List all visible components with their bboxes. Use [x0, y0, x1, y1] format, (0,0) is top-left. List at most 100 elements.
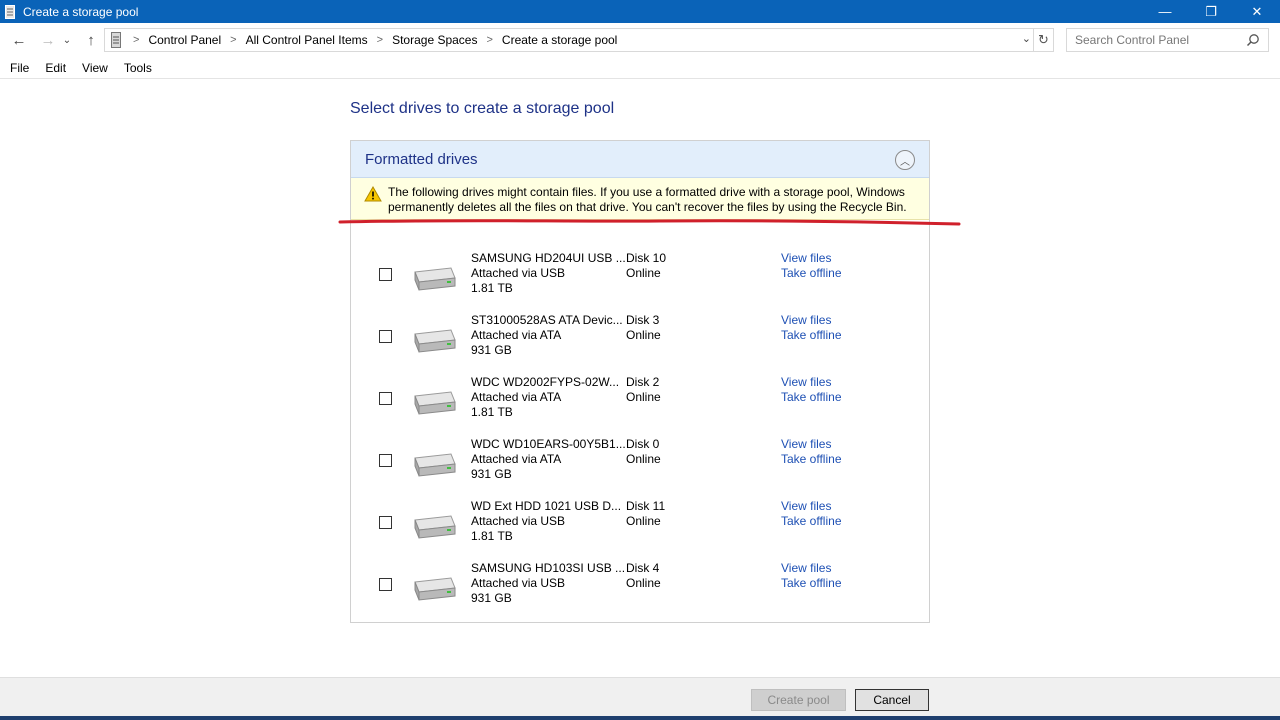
menu-file[interactable]: File: [10, 61, 29, 75]
take-offline-link[interactable]: Take offline: [781, 514, 842, 529]
page-title: Select drives to create a storage pool: [350, 100, 615, 117]
search-placeholder: Search Control Panel: [1075, 33, 1190, 47]
collapse-chevron-up-icon[interactable]: ︿: [895, 150, 915, 170]
drive-actions: View files Take offline: [781, 375, 842, 405]
drive-actions: View files Take offline: [781, 561, 842, 591]
drive-name: WDC WD10EARS-00Y5B1...: [471, 437, 626, 451]
navigation-bar: ← → ⌄ ↑ > Control Panel > All Control Pa…: [0, 23, 1280, 57]
storage-spaces-icon: [5, 4, 15, 19]
panel-header[interactable]: Formatted drives ︿: [351, 141, 929, 178]
view-files-link[interactable]: View files: [781, 375, 842, 390]
menu-view[interactable]: View: [82, 61, 108, 75]
search-icon[interactable]: [1246, 33, 1260, 50]
drive-disk-number: Disk 0: [626, 437, 660, 451]
take-offline-link[interactable]: Take offline: [781, 576, 842, 591]
drive-name: SAMSUNG HD204UI USB ...: [471, 251, 626, 265]
drive-actions: View files Take offline: [781, 313, 842, 343]
recent-locations-chevron-icon[interactable]: ⌄: [60, 28, 74, 52]
menu-edit[interactable]: Edit: [45, 61, 66, 75]
window-title: Create a storage pool: [23, 4, 139, 19]
close-button[interactable]: ✕: [1234, 0, 1280, 23]
drive-checkbox[interactable]: [379, 578, 392, 591]
cancel-button[interactable]: Cancel: [855, 689, 929, 711]
hard-drive-icon: [411, 450, 457, 481]
drive-checkbox[interactable]: [379, 454, 392, 467]
take-offline-link[interactable]: Take offline: [781, 452, 842, 467]
drive-status: Online: [626, 328, 661, 342]
drive-checkbox[interactable]: [379, 268, 392, 281]
view-files-link[interactable]: View files: [781, 251, 842, 266]
breadcrumb-separator-icon[interactable]: >: [377, 34, 383, 46]
drive-row: WDC WD10EARS-00Y5B1... Attached via ATA 93…: [351, 429, 929, 491]
forward-arrow-icon[interactable]: →: [36, 28, 60, 52]
drive-checkbox[interactable]: [379, 330, 392, 343]
drive-size: 931 GB: [471, 467, 512, 481]
address-dropdown-chevron-icon[interactable]: ⌄: [1022, 32, 1031, 45]
take-offline-link[interactable]: Take offline: [781, 390, 842, 405]
refresh-icon[interactable]: ↻: [1034, 28, 1054, 52]
drive-disk-info: Disk 2 Online: [626, 375, 661, 405]
take-offline-link[interactable]: Take offline: [781, 328, 842, 343]
drive-size: 1.81 TB: [471, 405, 513, 419]
breadcrumb-separator-icon[interactable]: >: [133, 34, 139, 46]
drive-disk-info: Disk 3 Online: [626, 313, 661, 343]
taskbar-edge: [0, 716, 1280, 720]
drive-disk-number: Disk 3: [626, 313, 660, 327]
search-input[interactable]: Search Control Panel: [1066, 28, 1269, 52]
drive-disk-number: Disk 10: [626, 251, 667, 265]
drive-info: ST31000528AS ATA Devic... Attached via AT…: [471, 313, 623, 358]
footer-bar: Create pool Cancel: [0, 677, 1280, 720]
maximize-button[interactable]: ❐: [1188, 0, 1234, 23]
breadcrumb-separator-icon[interactable]: >: [230, 34, 236, 46]
drive-actions: View files Take offline: [781, 437, 842, 467]
drive-checkbox[interactable]: [379, 392, 392, 405]
drive-name: WDC WD2002FYPS-02W...: [471, 375, 620, 389]
up-arrow-icon[interactable]: ↑: [79, 28, 103, 52]
drive-actions: View files Take offline: [781, 251, 842, 281]
drive-row: WDC WD2002FYPS-02W... Attached via ATA 1.8…: [351, 367, 929, 429]
take-offline-link[interactable]: Take offline: [781, 266, 842, 281]
address-bar[interactable]: > Control Panel > All Control Panel Item…: [104, 28, 1034, 52]
breadcrumb-storage-spaces[interactable]: Storage Spaces: [392, 33, 477, 47]
drive-status: Online: [626, 514, 661, 528]
panel-title: Formatted drives: [365, 150, 478, 168]
drive-info: WD Ext HDD 1021 USB D... Attached via USB…: [471, 499, 621, 544]
menu-bar: File Edit View Tools: [0, 57, 1280, 79]
breadcrumb-separator-icon[interactable]: >: [486, 34, 492, 46]
drive-actions: View files Take offline: [781, 499, 842, 529]
create-pool-button[interactable]: Create pool: [751, 689, 846, 711]
drive-name: ST31000528AS ATA Devic...: [471, 313, 623, 327]
warning-banner: The following drives might contain files…: [351, 178, 929, 220]
back-arrow-icon[interactable]: ←: [7, 28, 31, 52]
drive-disk-info: Disk 10 Online: [626, 251, 666, 281]
drive-size: 931 GB: [471, 591, 512, 605]
formatted-drives-panel: Formatted drives ︿ The following drives …: [350, 140, 930, 623]
menu-tools[interactable]: Tools: [124, 61, 152, 75]
hard-drive-icon: [411, 574, 457, 605]
hard-drive-icon: [411, 512, 457, 543]
drive-disk-info: Disk 11 Online: [626, 499, 665, 529]
drive-row: SAMSUNG HD103SI USB ... Attached via USB 9…: [351, 553, 929, 615]
drive-attachment: Attached via ATA: [471, 328, 562, 342]
drive-info: SAMSUNG HD103SI USB ... Attached via USB 9…: [471, 561, 625, 606]
drive-attachment: Attached via USB: [471, 514, 566, 528]
drive-status: Online: [626, 390, 661, 404]
minimize-button[interactable]: —: [1142, 0, 1188, 23]
drive-info: WDC WD2002FYPS-02W... Attached via ATA 1.8…: [471, 375, 619, 420]
control-panel-icon: [111, 32, 127, 48]
view-files-link[interactable]: View files: [781, 499, 842, 514]
drive-status: Online: [626, 452, 661, 466]
warning-text: The following drives might contain files…: [388, 185, 907, 214]
breadcrumb-current[interactable]: Create a storage pool: [502, 33, 617, 47]
hard-drive-icon: [411, 388, 457, 419]
view-files-link[interactable]: View files: [781, 313, 842, 328]
view-files-link[interactable]: View files: [781, 437, 842, 452]
breadcrumb-control-panel[interactable]: Control Panel: [148, 33, 221, 47]
breadcrumb-all-items[interactable]: All Control Panel Items: [246, 33, 368, 47]
view-files-link[interactable]: View files: [781, 561, 842, 576]
hard-drive-icon: [411, 326, 457, 357]
drive-size: 1.81 TB: [471, 529, 513, 543]
drive-attachment: Attached via USB: [471, 576, 566, 590]
drive-checkbox[interactable]: [379, 516, 392, 529]
drive-attachment: Attached via ATA: [471, 452, 562, 466]
